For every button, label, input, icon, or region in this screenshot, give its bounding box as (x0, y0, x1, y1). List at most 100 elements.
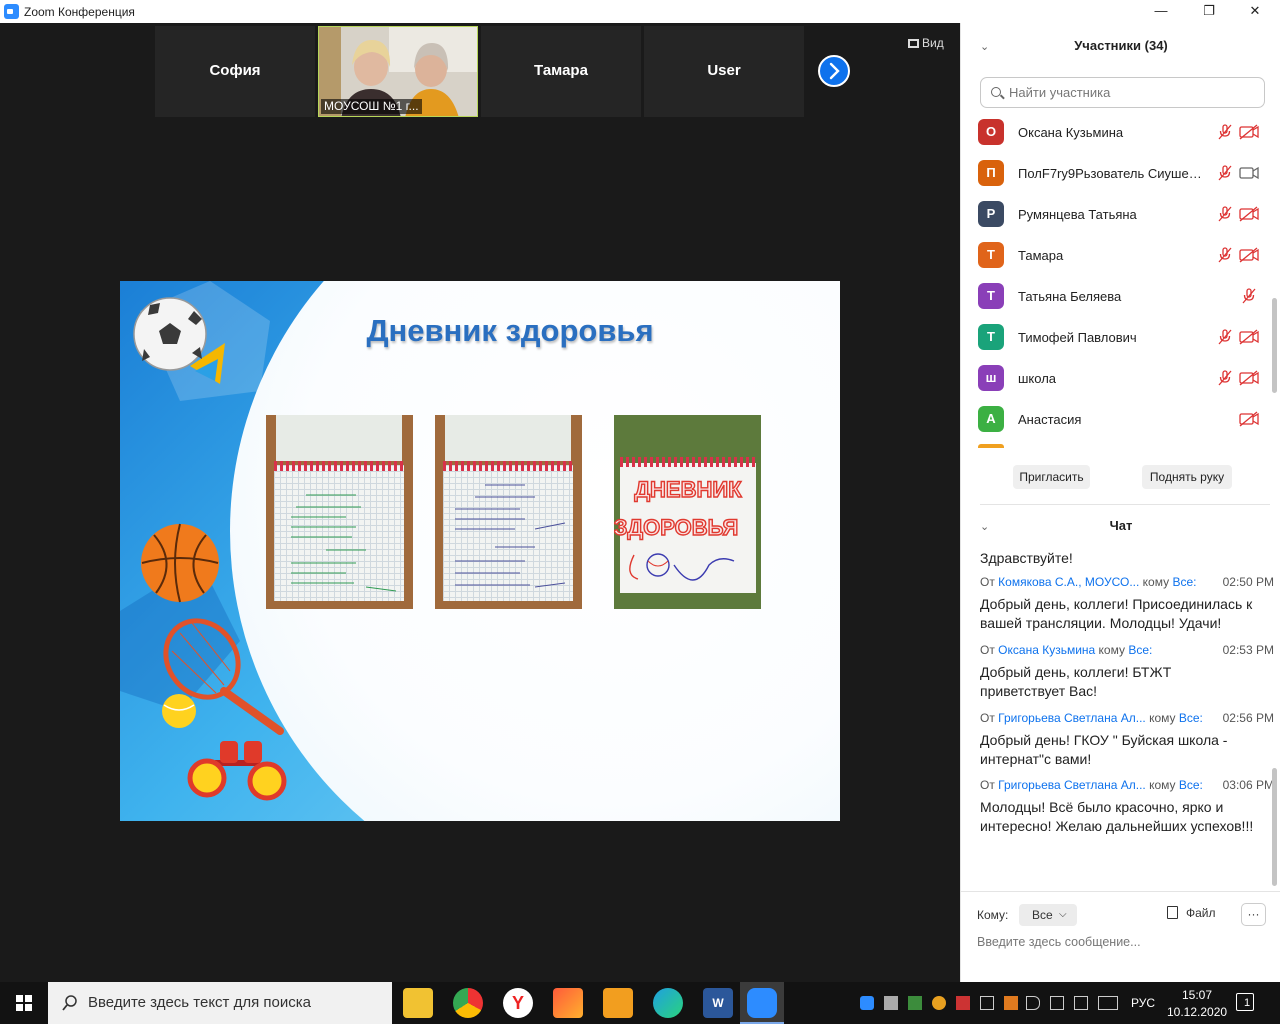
wifi-off-icon[interactable] (1074, 996, 1088, 1010)
from-prefix: От (980, 778, 999, 792)
participants-scrollbar[interactable] (1272, 298, 1277, 393)
avatar-partial (978, 444, 1004, 448)
participant-row[interactable]: Т Татьяна Беляева (961, 275, 1266, 316)
more-options-button[interactable]: ··· (1241, 903, 1266, 926)
windows-start-icon[interactable] (16, 995, 32, 1011)
search-icon (62, 995, 77, 1011)
avatar: Р (978, 201, 1004, 227)
message-recipient[interactable]: Все: (1179, 778, 1203, 792)
file-button[interactable]: Файл (1167, 906, 1216, 920)
notifications-button[interactable]: 1 (1236, 993, 1254, 1011)
message-recipient[interactable]: Все: (1128, 643, 1152, 657)
chat-message: От Григорьева Светлана Ал... кому Все: 03… (980, 778, 1274, 836)
message-text: Добрый день! ГКОУ " Буйская школа - инте… (980, 732, 1228, 767)
chat-scrollbar[interactable] (1272, 768, 1277, 886)
message-time: 02:53 PM (1222, 643, 1274, 657)
clock-date[interactable]: 10.12.2020 (1167, 1005, 1227, 1019)
mic-muted-icon[interactable] (1241, 288, 1257, 304)
tray-icon[interactable] (956, 996, 970, 1010)
word-icon[interactable]: W (703, 988, 733, 1018)
video-off-icon[interactable] (1239, 247, 1259, 263)
video-off-icon[interactable] (1239, 370, 1259, 386)
yandex-browser-icon[interactable]: Y (503, 988, 533, 1018)
input-language[interactable]: РУС (1131, 996, 1155, 1010)
message-sender[interactable]: Григорьева Светлана Ал... (998, 711, 1146, 725)
recipient-value: Все (1032, 908, 1053, 922)
participant-row[interactable]: Т Тамара (961, 234, 1266, 275)
message-sender[interactable]: Комякова С.А., МОУСО... (998, 575, 1139, 589)
mic-muted-icon[interactable] (1217, 370, 1233, 386)
minimize-button[interactable]: — (1138, 0, 1184, 23)
message-recipient[interactable]: Все: (1179, 711, 1203, 725)
network-icon[interactable] (980, 996, 994, 1010)
close-button[interactable]: ✕ (1232, 0, 1278, 23)
video-tile-user[interactable]: User (644, 26, 804, 117)
message-time: 02:56 PM (1222, 711, 1274, 725)
participant-name: User (707, 62, 741, 79)
mic-muted-icon[interactable] (1217, 247, 1233, 263)
message-sender[interactable]: Оксана Кузьмина (998, 643, 1095, 657)
message-sender[interactable]: Григорьева Светлана Ал... (998, 778, 1146, 792)
video-off-icon[interactable] (1239, 329, 1259, 345)
message-text: Молодцы! Всё было красочно, ярко и интер… (980, 799, 1254, 834)
video-off-icon[interactable] (1239, 124, 1259, 140)
chat-message: От Григорьева Светлана Ал... кому Все: 02… (980, 711, 1274, 769)
zoom-taskbar-button[interactable] (740, 982, 784, 1024)
participant-row[interactable]: А Анастасия (961, 398, 1266, 439)
maximize-button[interactable]: ❐ (1186, 0, 1232, 23)
participant-row[interactable]: ш школа (961, 357, 1266, 398)
video-tile-tamara[interactable]: Тамара (481, 26, 641, 117)
notification-count: 1 (1244, 997, 1251, 1009)
video-tile-mousosh[interactable]: МОУСОШ №1 г... (318, 26, 478, 117)
chrome-icon[interactable] (453, 988, 483, 1018)
mic-muted-icon[interactable] (1217, 206, 1233, 222)
mic-muted-icon[interactable] (1217, 124, 1233, 140)
participant-row[interactable]: П ПолF7ry9Pьзователь Сиушева ... (961, 152, 1266, 193)
message-meta: От Григорьева Светлана Ал... кому Все: 02… (980, 711, 1274, 727)
participant-row[interactable]: Т Тимофей Павлович (961, 316, 1266, 357)
mic-muted-icon[interactable] (1217, 165, 1233, 181)
message-recipient[interactable]: Все: (1172, 575, 1196, 589)
tray-icon[interactable] (932, 996, 946, 1010)
video-off-icon[interactable] (1239, 411, 1259, 427)
media-player-icon[interactable] (603, 988, 633, 1018)
window-title: Zoom Конференция (24, 5, 135, 19)
edge-icon[interactable] (653, 988, 683, 1018)
meeting-view: София МОУСОШ №1 г... Тамара User Вид Дне… (0, 23, 960, 982)
tray-icon[interactable] (884, 996, 898, 1010)
chat-message: От Оксана Кузьмина кому Все: 02:53 PM Добр… (980, 643, 1274, 701)
chevron-down-icon: ⌵ (1059, 909, 1067, 920)
video-tile-sofia[interactable]: София (155, 26, 315, 117)
message-text: Добрый день, коллеги! Присоединилась к в… (980, 596, 1253, 631)
message-meta: От Комякова С.А., МОУСО... кому Все: 02:5… (980, 575, 1274, 591)
avatar: О (978, 119, 1004, 145)
tray-icon[interactable] (1004, 996, 1018, 1010)
file-explorer-icon[interactable] (403, 988, 433, 1018)
avatar: ш (978, 365, 1004, 391)
participant-row[interactable]: О Оксана Кузьмина (961, 111, 1266, 152)
participant-search-input[interactable]: Найти участника (980, 77, 1265, 108)
video-off-icon[interactable] (1239, 206, 1259, 222)
to-word: кому (1145, 778, 1179, 792)
volume-icon[interactable] (1026, 996, 1040, 1010)
view-button[interactable]: Вид (908, 36, 944, 50)
invite-button[interactable]: Пригласить (1013, 465, 1090, 489)
next-page-button[interactable] (818, 55, 850, 87)
grid-view-icon (908, 39, 919, 48)
tray-icon[interactable] (908, 996, 922, 1010)
taskbar-search-box[interactable]: Введите здесь текст для поиска (48, 982, 392, 1024)
recipient-dropdown[interactable]: Все ⌵ (1019, 904, 1077, 926)
tray-icon[interactable] (1050, 996, 1064, 1010)
clock-time[interactable]: 15:07 (1182, 988, 1212, 1002)
video-on-icon[interactable] (1239, 165, 1259, 181)
file-icon (1167, 906, 1178, 919)
message-input[interactable]: Введите здесь сообщение... (977, 935, 1141, 949)
app-icon[interactable] (553, 988, 583, 1018)
zoom-tray-icon[interactable] (860, 996, 874, 1010)
message-time: 02:50 PM (1222, 575, 1274, 589)
mic-muted-icon[interactable] (1217, 329, 1233, 345)
keyboard-icon[interactable] (1098, 996, 1118, 1010)
participant-row[interactable]: Р Румянцева Татьяна (961, 193, 1266, 234)
raise-hand-button[interactable]: Поднять руку (1142, 465, 1232, 489)
taskbar-search-placeholder: Введите здесь текст для поиска (88, 994, 311, 1011)
